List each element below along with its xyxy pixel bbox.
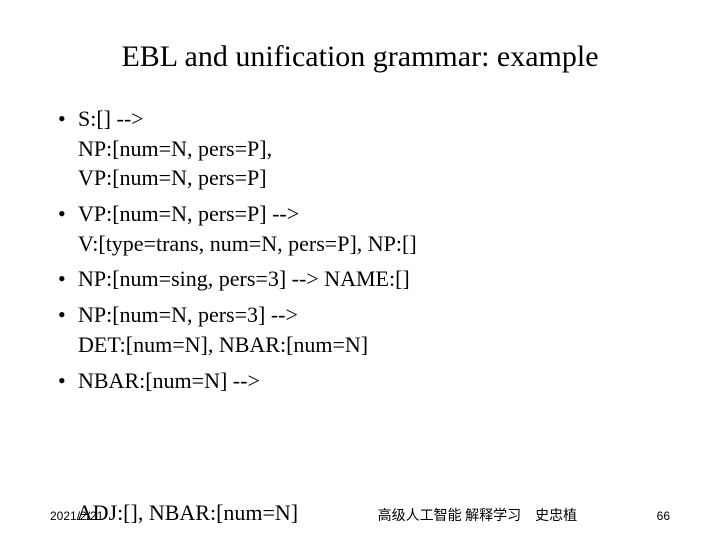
- list-item: NP:[num=sing, pers=3] --> NAME:[]: [50, 264, 670, 294]
- footer-overlap-text: ADJ:[], NBAR:[num=N]: [77, 500, 298, 525]
- slide: EBL and unification grammar: example S:[…: [0, 0, 720, 540]
- footer: 2021/2/21 ADJ:[], NBAR:[num=N] 高级人工智能 解释…: [50, 500, 670, 526]
- content-area: S:[] --> NP:[num=N, pers=P], VP:[num=N, …: [50, 104, 670, 395]
- footer-page-number: 66: [657, 509, 670, 523]
- list-item: S:[] --> NP:[num=N, pers=P], VP:[num=N, …: [50, 104, 670, 193]
- footer-center: 高级人工智能 解释学习 史忠植: [378, 505, 578, 525]
- slide-title: EBL and unification grammar: example: [50, 40, 670, 74]
- footer-left: 2021/2/21 ADJ:[], NBAR:[num=N]: [50, 500, 298, 526]
- list-item: NBAR:[num=N] -->: [50, 366, 670, 396]
- list-item: VP:[num=N, pers=P] --> V:[type=trans, nu…: [50, 199, 670, 258]
- list-item: NP:[num=N, pers=3] --> DET:[num=N], NBAR…: [50, 300, 670, 359]
- bullet-list: S:[] --> NP:[num=N, pers=P], VP:[num=N, …: [50, 104, 670, 395]
